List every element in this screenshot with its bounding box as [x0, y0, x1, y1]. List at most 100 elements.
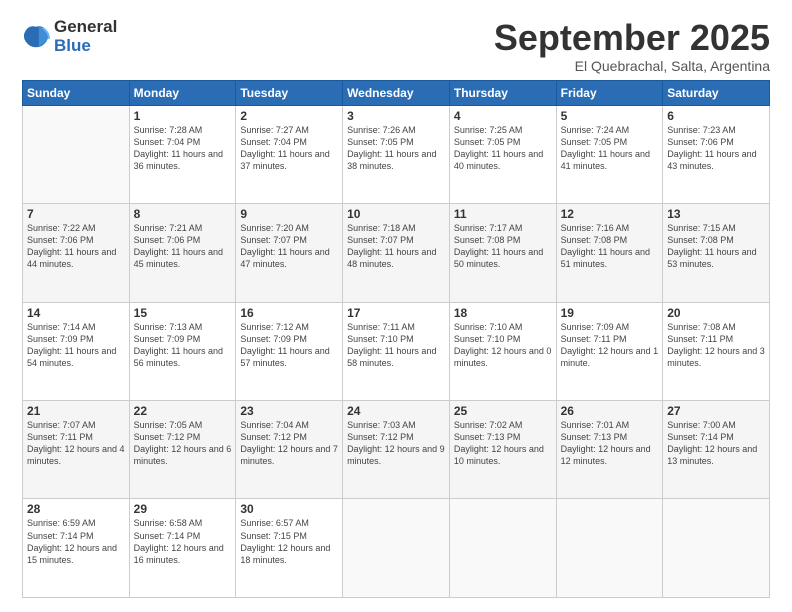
weekday-header-row: Sunday Monday Tuesday Wednesday Thursday…: [23, 80, 770, 105]
day-info: Sunrise: 7:23 AMSunset: 7:06 PMDaylight:…: [667, 125, 756, 171]
day-number: 5: [561, 109, 659, 123]
table-row: 10 Sunrise: 7:18 AMSunset: 7:07 PMDaylig…: [343, 204, 450, 302]
day-number: 2: [240, 109, 338, 123]
day-number: 8: [134, 207, 232, 221]
day-info: Sunrise: 7:22 AMSunset: 7:06 PMDaylight:…: [27, 223, 116, 269]
th-wednesday: Wednesday: [343, 80, 450, 105]
day-number: 6: [667, 109, 765, 123]
day-number: 24: [347, 404, 445, 418]
day-info: Sunrise: 7:04 AMSunset: 7:12 PMDaylight:…: [240, 420, 338, 466]
day-number: 20: [667, 306, 765, 320]
logo-general: General: [54, 18, 117, 37]
location-subtitle: El Quebrachal, Salta, Argentina: [494, 58, 770, 74]
calendar-week-row: 21 Sunrise: 7:07 AMSunset: 7:11 PMDaylig…: [23, 401, 770, 499]
table-row: 19 Sunrise: 7:09 AMSunset: 7:11 PMDaylig…: [556, 302, 663, 400]
day-info: Sunrise: 7:00 AMSunset: 7:14 PMDaylight:…: [667, 420, 757, 466]
calendar-week-row: 7 Sunrise: 7:22 AMSunset: 7:06 PMDayligh…: [23, 204, 770, 302]
day-number: 22: [134, 404, 232, 418]
day-info: Sunrise: 7:17 AMSunset: 7:08 PMDaylight:…: [454, 223, 543, 269]
day-number: 30: [240, 502, 338, 516]
day-number: 14: [27, 306, 125, 320]
day-info: Sunrise: 7:25 AMSunset: 7:05 PMDaylight:…: [454, 125, 543, 171]
table-row: 2 Sunrise: 7:27 AMSunset: 7:04 PMDayligh…: [236, 105, 343, 203]
day-info: Sunrise: 7:24 AMSunset: 7:05 PMDaylight:…: [561, 125, 650, 171]
logo-blue: Blue: [54, 37, 117, 56]
table-row: 11 Sunrise: 7:17 AMSunset: 7:08 PMDaylig…: [449, 204, 556, 302]
table-row: 18 Sunrise: 7:10 AMSunset: 7:10 PMDaylig…: [449, 302, 556, 400]
table-row: 5 Sunrise: 7:24 AMSunset: 7:05 PMDayligh…: [556, 105, 663, 203]
day-info: Sunrise: 7:10 AMSunset: 7:10 PMDaylight:…: [454, 322, 552, 368]
day-info: Sunrise: 7:11 AMSunset: 7:10 PMDaylight:…: [347, 322, 436, 368]
table-row: 15 Sunrise: 7:13 AMSunset: 7:09 PMDaylig…: [129, 302, 236, 400]
th-saturday: Saturday: [663, 80, 770, 105]
table-row: 6 Sunrise: 7:23 AMSunset: 7:06 PMDayligh…: [663, 105, 770, 203]
day-number: 3: [347, 109, 445, 123]
title-block: September 2025 El Quebrachal, Salta, Arg…: [494, 18, 770, 74]
table-row: 16 Sunrise: 7:12 AMSunset: 7:09 PMDaylig…: [236, 302, 343, 400]
table-row: 23 Sunrise: 7:04 AMSunset: 7:12 PMDaylig…: [236, 401, 343, 499]
table-row: 3 Sunrise: 7:26 AMSunset: 7:05 PMDayligh…: [343, 105, 450, 203]
calendar-week-row: 28 Sunrise: 6:59 AMSunset: 7:14 PMDaylig…: [23, 499, 770, 598]
logo-text: General Blue: [54, 18, 117, 55]
day-info: Sunrise: 7:12 AMSunset: 7:09 PMDaylight:…: [240, 322, 329, 368]
table-row: 7 Sunrise: 7:22 AMSunset: 7:06 PMDayligh…: [23, 204, 130, 302]
th-tuesday: Tuesday: [236, 80, 343, 105]
header: General Blue September 2025 El Quebracha…: [22, 18, 770, 74]
table-row: 27 Sunrise: 7:00 AMSunset: 7:14 PMDaylig…: [663, 401, 770, 499]
table-row: 29 Sunrise: 6:58 AMSunset: 7:14 PMDaylig…: [129, 499, 236, 598]
table-row: 26 Sunrise: 7:01 AMSunset: 7:13 PMDaylig…: [556, 401, 663, 499]
day-number: 25: [454, 404, 552, 418]
table-row: [343, 499, 450, 598]
day-info: Sunrise: 7:01 AMSunset: 7:13 PMDaylight:…: [561, 420, 651, 466]
day-info: Sunrise: 7:27 AMSunset: 7:04 PMDaylight:…: [240, 125, 329, 171]
day-number: 19: [561, 306, 659, 320]
day-info: Sunrise: 7:08 AMSunset: 7:11 PMDaylight:…: [667, 322, 765, 368]
day-number: 12: [561, 207, 659, 221]
table-row: 8 Sunrise: 7:21 AMSunset: 7:06 PMDayligh…: [129, 204, 236, 302]
table-row: 28 Sunrise: 6:59 AMSunset: 7:14 PMDaylig…: [23, 499, 130, 598]
day-number: 10: [347, 207, 445, 221]
table-row: 9 Sunrise: 7:20 AMSunset: 7:07 PMDayligh…: [236, 204, 343, 302]
table-row: 14 Sunrise: 7:14 AMSunset: 7:09 PMDaylig…: [23, 302, 130, 400]
day-info: Sunrise: 7:21 AMSunset: 7:06 PMDaylight:…: [134, 223, 223, 269]
table-row: 13 Sunrise: 7:15 AMSunset: 7:08 PMDaylig…: [663, 204, 770, 302]
day-number: 27: [667, 404, 765, 418]
day-info: Sunrise: 7:26 AMSunset: 7:05 PMDaylight:…: [347, 125, 436, 171]
day-number: 26: [561, 404, 659, 418]
calendar-week-row: 14 Sunrise: 7:14 AMSunset: 7:09 PMDaylig…: [23, 302, 770, 400]
day-number: 16: [240, 306, 338, 320]
logo-icon: [22, 23, 50, 51]
day-number: 28: [27, 502, 125, 516]
table-row: [556, 499, 663, 598]
th-friday: Friday: [556, 80, 663, 105]
table-row: 1 Sunrise: 7:28 AMSunset: 7:04 PMDayligh…: [129, 105, 236, 203]
table-row: [449, 499, 556, 598]
table-row: 24 Sunrise: 7:03 AMSunset: 7:12 PMDaylig…: [343, 401, 450, 499]
day-number: 17: [347, 306, 445, 320]
table-row: 12 Sunrise: 7:16 AMSunset: 7:08 PMDaylig…: [556, 204, 663, 302]
table-row: 17 Sunrise: 7:11 AMSunset: 7:10 PMDaylig…: [343, 302, 450, 400]
day-number: 7: [27, 207, 125, 221]
day-number: 23: [240, 404, 338, 418]
day-info: Sunrise: 7:20 AMSunset: 7:07 PMDaylight:…: [240, 223, 329, 269]
table-row: 20 Sunrise: 7:08 AMSunset: 7:11 PMDaylig…: [663, 302, 770, 400]
day-info: Sunrise: 6:59 AMSunset: 7:14 PMDaylight:…: [27, 518, 117, 564]
logo: General Blue: [22, 18, 117, 55]
day-info: Sunrise: 7:07 AMSunset: 7:11 PMDaylight:…: [27, 420, 125, 466]
table-row: [663, 499, 770, 598]
day-number: 18: [454, 306, 552, 320]
day-info: Sunrise: 7:16 AMSunset: 7:08 PMDaylight:…: [561, 223, 650, 269]
day-info: Sunrise: 7:02 AMSunset: 7:13 PMDaylight:…: [454, 420, 544, 466]
table-row: 22 Sunrise: 7:05 AMSunset: 7:12 PMDaylig…: [129, 401, 236, 499]
table-row: 21 Sunrise: 7:07 AMSunset: 7:11 PMDaylig…: [23, 401, 130, 499]
month-title: September 2025: [494, 18, 770, 58]
day-number: 9: [240, 207, 338, 221]
day-number: 13: [667, 207, 765, 221]
day-number: 29: [134, 502, 232, 516]
day-info: Sunrise: 7:13 AMSunset: 7:09 PMDaylight:…: [134, 322, 223, 368]
calendar-table: Sunday Monday Tuesday Wednesday Thursday…: [22, 80, 770, 598]
th-sunday: Sunday: [23, 80, 130, 105]
day-info: Sunrise: 7:03 AMSunset: 7:12 PMDaylight:…: [347, 420, 445, 466]
day-info: Sunrise: 7:15 AMSunset: 7:08 PMDaylight:…: [667, 223, 756, 269]
table-row: 4 Sunrise: 7:25 AMSunset: 7:05 PMDayligh…: [449, 105, 556, 203]
